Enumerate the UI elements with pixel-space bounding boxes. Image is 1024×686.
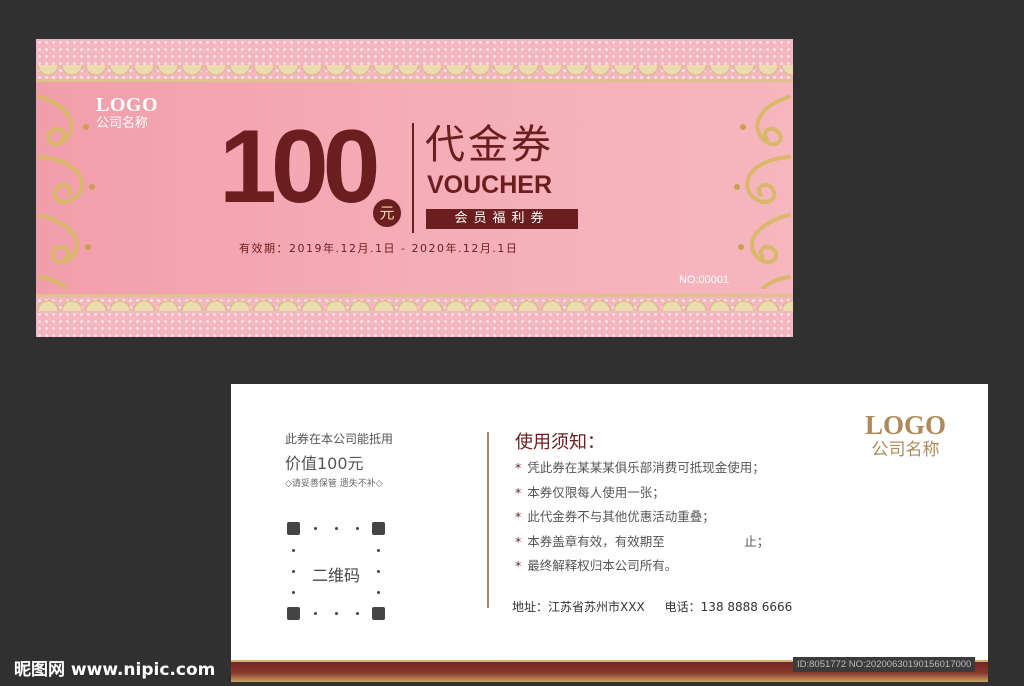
qr-dot	[356, 612, 359, 615]
rules-list: * 凭此券在某某某俱乐部消费可抵现金使用； * 本券仅限每人使用一张； * 此代金券不…	[515, 456, 769, 579]
qr-dot	[292, 591, 295, 594]
star-icon: *	[515, 533, 522, 549]
title-english: VOUCHER	[427, 171, 553, 199]
qr-dot	[356, 527, 359, 530]
ornament-left-icon	[38, 95, 95, 289]
watermark-site: 昵图网 www.nipic.com	[14, 660, 216, 680]
rule-text: 本券仅限每人使用一张；	[527, 484, 665, 500]
title-divider	[412, 123, 414, 233]
ornament-right-icon	[734, 95, 791, 289]
qr-dot	[335, 527, 338, 530]
rule-text: 本券盖章有效，有效期至 止；	[527, 533, 770, 549]
qr-dot	[377, 549, 380, 552]
front-logo: LOGO 公司名称	[96, 94, 158, 132]
use-value: 价值100元	[285, 454, 364, 473]
validity-period: 有效期：2019年.12月.1日 - 2020年.12月.1日	[239, 242, 519, 255]
phone: 电话：138 8888 6666	[664, 600, 793, 614]
qr-dot	[314, 612, 317, 615]
rule-item: * 本券仅限每人使用一张；	[515, 481, 769, 506]
voucher-back: 此券在本公司能抵用 价值100元 ◇请妥善保管 遗失不补◇ 二维码 使用须知： …	[231, 384, 988, 682]
company-name: 公司名称	[96, 116, 149, 131]
contact-info: 地址：江苏省苏州市XXX 电话：138 8888 6666	[512, 598, 792, 615]
voucher-front: LOGO 公司名称 100 元 代金券 VOUCHER 会员福利券 有效期：20…	[36, 39, 793, 337]
rules-title: 使用须知：	[515, 432, 605, 453]
lace-border-bottom	[36, 295, 793, 311]
rule-text: 最终解释权归本公司所有。	[527, 558, 678, 573]
voucher-amount: 100	[219, 109, 381, 225]
star-icon: *	[515, 484, 522, 500]
title-chinese: 代金券	[425, 122, 554, 168]
gold-line-bottom	[36, 294, 793, 297]
star-icon: *	[515, 460, 522, 475]
star-icon: *	[515, 509, 522, 524]
qr-corner-icon	[287, 607, 300, 620]
qr-corner-icon	[372, 607, 385, 620]
qr-label: 二维码	[311, 566, 360, 585]
gold-line-top	[36, 79, 793, 82]
qr-dot	[292, 549, 295, 552]
qr-dot	[335, 612, 338, 615]
qr-dot	[377, 591, 380, 594]
qr-corner-icon	[372, 522, 385, 535]
use-note: 此券在本公司能抵用	[285, 432, 394, 446]
rule-item: * 凭此券在某某某俱乐部消费可抵现金使用；	[515, 456, 769, 481]
watermark-id: ID:8051772 NO:20200630190156017000	[793, 657, 976, 672]
rule-item: * 本券盖章有效，有效期至 止；	[515, 530, 769, 555]
keep-note: ◇请妥善保管 遗失不补◇	[285, 479, 383, 489]
star-icon: *	[515, 558, 522, 573]
company-name: 公司名称	[871, 440, 940, 460]
rule-item: * 最终解释权归本公司所有。	[515, 554, 769, 579]
logo-word: LOGO	[864, 410, 946, 440]
serial-number: NO:00001	[679, 274, 730, 286]
qr-code-placeholder: 二维码	[287, 522, 385, 620]
currency-badge: 元	[371, 197, 403, 229]
logo-word: LOGO	[96, 94, 159, 116]
back-logo: LOGO 公司名称	[865, 410, 946, 460]
rule-text: 凭此券在某某某俱乐部消费可抵现金使用；	[527, 460, 765, 475]
qr-dot	[314, 527, 317, 530]
qr-corner-icon	[287, 522, 300, 535]
back-divider	[487, 432, 489, 608]
member-tag: 会员福利券	[426, 209, 578, 229]
rule-text: 此代金券不与其他优惠活动重叠；	[527, 509, 715, 524]
address: 地址：江苏省苏州市XXX	[512, 600, 645, 614]
rule-item: * 此代金券不与其他优惠活动重叠；	[515, 505, 769, 530]
